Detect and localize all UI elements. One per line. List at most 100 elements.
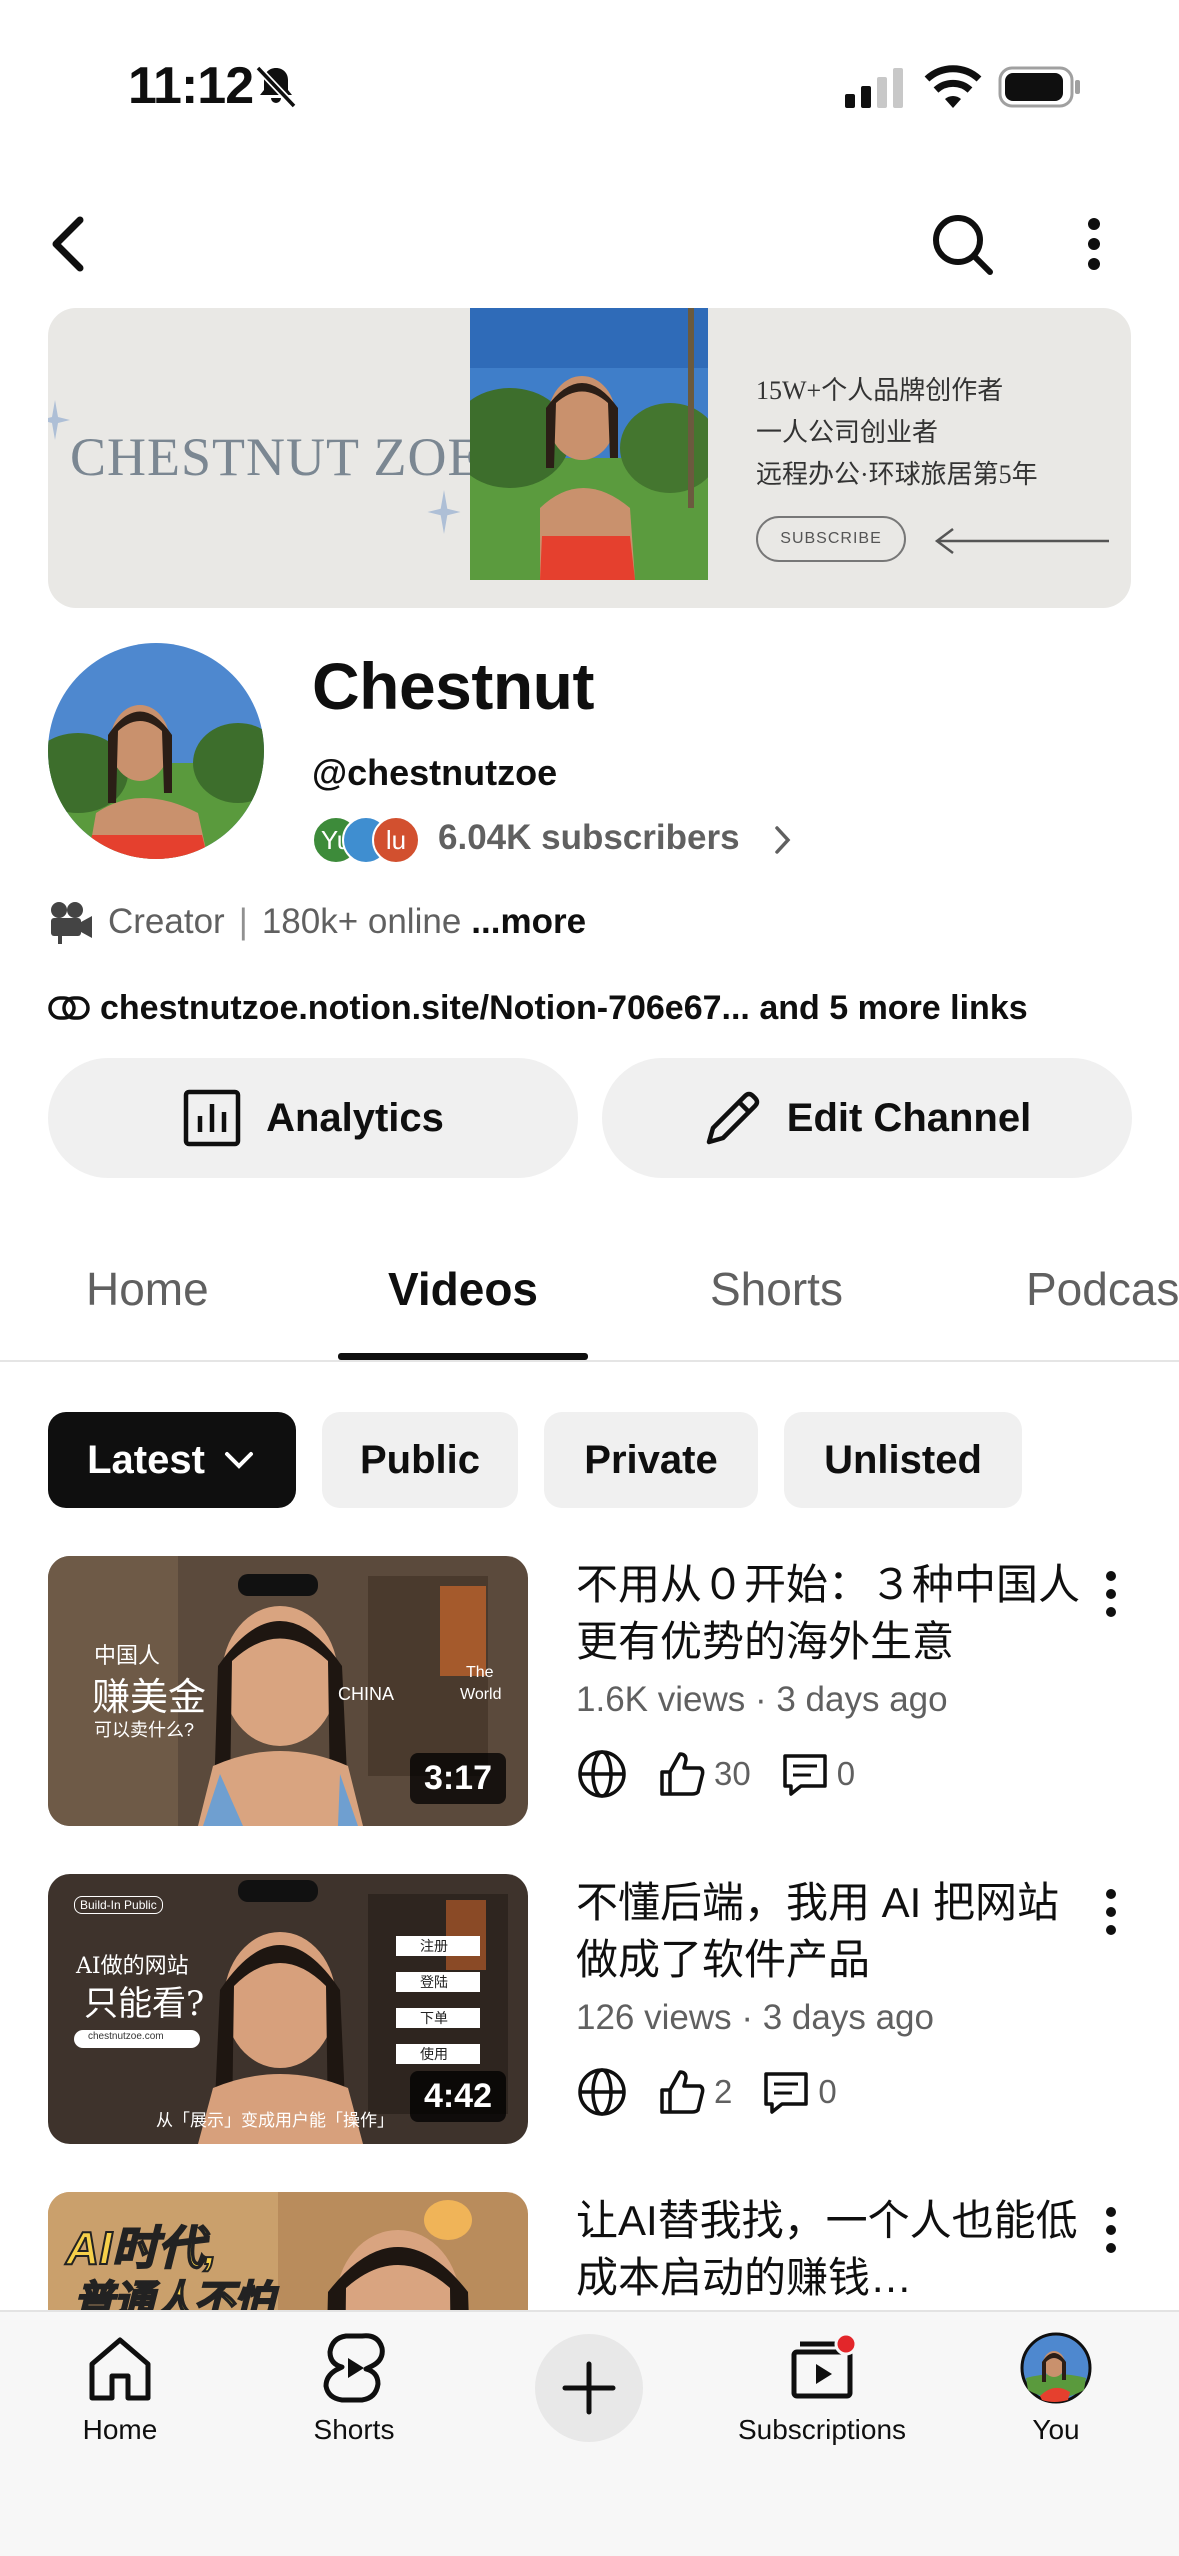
thumb-text: chestnutzoe.com (88, 2031, 164, 2042)
home-icon (89, 2337, 151, 2401)
subscriptions-icon (791, 2332, 858, 2399)
thumb-text: 注册 (420, 1938, 448, 1954)
chip-public[interactable]: Public (322, 1412, 518, 1508)
video-meta: 1.6K views · 3 days ago (576, 1680, 948, 1719)
thumb-text: The (466, 1664, 494, 1681)
active-tab-indicator (338, 1353, 588, 1360)
more-links-text[interactable]: and 5 more links (750, 989, 1027, 1028)
channel-meta-row[interactable]: Creator | 180k+ online ...more (48, 898, 586, 946)
like-count: 2 (714, 2073, 733, 2110)
subscriber-avatars[interactable]: Yu lu (312, 816, 422, 866)
nav-label: Subscriptions (737, 2414, 907, 2445)
plus-icon (562, 2361, 616, 2415)
create-button[interactable] (535, 2334, 643, 2442)
thumb-text: 从「展示」变成用户能「操作」 (156, 2111, 394, 2130)
subscriber-avatar: lu (372, 816, 420, 864)
channel-link-text[interactable]: chestnutzoe.notion.site/Notion-706e67... (100, 989, 750, 1028)
video-stats: 30 0 (576, 1746, 855, 1802)
channel-links[interactable]: chestnutzoe.notion.site/Notion-706e67...… (48, 984, 1028, 1032)
bell-off-icon (255, 65, 297, 109)
video-item[interactable]: AI时代, 普通人不怕 让AI替我找，一个人也能低成本启动的赚钱… (48, 2192, 1131, 2310)
edit-channel-label: Edit Channel (786, 1095, 1032, 1140)
nav-shorts[interactable]: Shorts (254, 2330, 454, 2480)
thumb-text: 下单 (420, 2010, 448, 2026)
video-item[interactable]: 中国人 赚美金 可以卖什么? CHINA The World 3:17 不用从０… (48, 1556, 1131, 1828)
profile-avatar-icon (1020, 2332, 1092, 2404)
thumb-text: 使用 (420, 2046, 448, 2062)
arrow-left-icon (934, 528, 1109, 554)
banner-text-line: 远程办公·环球旅居第5年 (756, 460, 1038, 489)
video-item[interactable]: Build-In Public AI做的网站 只能看? chestnutzoe.… (48, 1874, 1131, 2146)
thumb-text: 普通人不怕 (73, 2278, 275, 2310)
banner-text-line: 15W+个人品牌创作者 (756, 376, 1004, 405)
more-vertical-icon[interactable] (1091, 1566, 1131, 1622)
video-title[interactable]: 让AI替我找，一个人也能低成本启动的赚钱… (576, 2192, 1096, 2306)
video-thumbnail[interactable]: Build-In Public AI做的网站 只能看? chestnutzoe.… (48, 1874, 528, 2144)
chip-latest[interactable]: Latest (48, 1412, 296, 1508)
channel-name: Chestnut (312, 649, 594, 723)
video-title[interactable]: 不懂后端，我用 AI 把网站做成了软件产品 (576, 1874, 1096, 1988)
chip-private[interactable]: Private (544, 1412, 758, 1508)
banner-subscribe-graphic: SUBSCRIBE (756, 516, 906, 562)
online-count: 180k+ online (261, 902, 462, 941)
tab-shorts[interactable]: Shorts (710, 1262, 843, 1316)
status-time: 11:12 (128, 57, 254, 115)
globe-icon (578, 1750, 626, 1798)
battery-icon (998, 66, 1080, 108)
nav-you[interactable]: You (956, 2330, 1156, 2480)
link-icon (48, 996, 90, 1020)
tab-home[interactable]: Home (86, 1262, 209, 1316)
channel-avatar[interactable] (48, 643, 264, 859)
sparkle-icon (427, 490, 461, 534)
nav-label: You (1032, 2414, 1080, 2445)
back-button[interactable] (32, 208, 104, 280)
movie-camera-icon (51, 902, 92, 944)
subscriber-count-link[interactable]: 6.04K subscribers (438, 818, 740, 858)
video-title[interactable]: 不用从０开始：３种中国人更有优势的海外生意 (576, 1556, 1096, 1670)
wifi-icon (924, 65, 982, 108)
thumbs-up-icon (660, 1752, 705, 1796)
analytics-label: Analytics (266, 1095, 444, 1140)
nav-subscriptions[interactable]: Subscriptions (722, 2330, 922, 2480)
thumb-text: 登陆 (420, 1974, 448, 1990)
comment-icon (782, 1754, 827, 1796)
banner-text-line: 一人公司创业者 (756, 418, 939, 447)
more-vertical-icon[interactable] (1091, 1884, 1131, 1940)
edit-channel-button[interactable]: Edit Channel (602, 1058, 1132, 1178)
sparkle-icon (48, 400, 70, 440)
video-stats: 2 0 (576, 2064, 837, 2120)
video-duration: 4:42 (409, 2071, 506, 2122)
search-button[interactable] (926, 208, 998, 280)
chip-label: Latest (87, 1437, 205, 1482)
video-duration: 3:17 (409, 1753, 506, 1804)
more-vertical-icon[interactable] (1091, 2202, 1131, 2258)
tab-podcasts[interactable]: Podcas (1026, 1262, 1179, 1316)
thumb-text: 只能看? (84, 1984, 205, 2024)
separator: | (238, 902, 248, 941)
thumb-text: 可以卖什么? (94, 1720, 195, 1740)
chevron-left-icon (52, 216, 84, 272)
tab-videos[interactable]: Videos (388, 1262, 538, 1316)
nav-home[interactable]: Home (20, 2330, 220, 2480)
chip-unlisted[interactable]: Unlisted (784, 1412, 1022, 1508)
comment-icon (764, 2072, 809, 2114)
nav-label: Shorts (313, 2414, 395, 2445)
chevron-down-icon (224, 1452, 253, 1469)
more-options-button[interactable] (1058, 208, 1130, 280)
comment-count: 0 (818, 2073, 837, 2110)
status-bar: 11:12 (0, 0, 1179, 170)
channel-banner: CHESTNUT ZOE 15W+个人品牌创作者 一人公司创业者 远程办公·环球… (48, 308, 1131, 608)
video-thumbnail[interactable]: 中国人 赚美金 可以卖什么? CHINA The World 3:17 (48, 1556, 528, 1826)
globe-icon (578, 2068, 626, 2116)
cellular-signal-icon (845, 68, 903, 108)
comment-count: 0 (836, 1755, 856, 1792)
video-thumbnail[interactable]: AI时代, 普通人不怕 (48, 2192, 528, 2310)
chevron-right-icon (775, 826, 791, 854)
more-link[interactable]: ...more (471, 902, 586, 942)
channel-category: Creator (108, 902, 225, 941)
like-count: 30 (714, 1755, 751, 1792)
thumb-text: CHINA (338, 1684, 395, 1704)
thumb-text: Build-In Public (74, 1896, 163, 1914)
analytics-button[interactable]: Analytics (48, 1058, 578, 1178)
search-icon (933, 215, 993, 275)
